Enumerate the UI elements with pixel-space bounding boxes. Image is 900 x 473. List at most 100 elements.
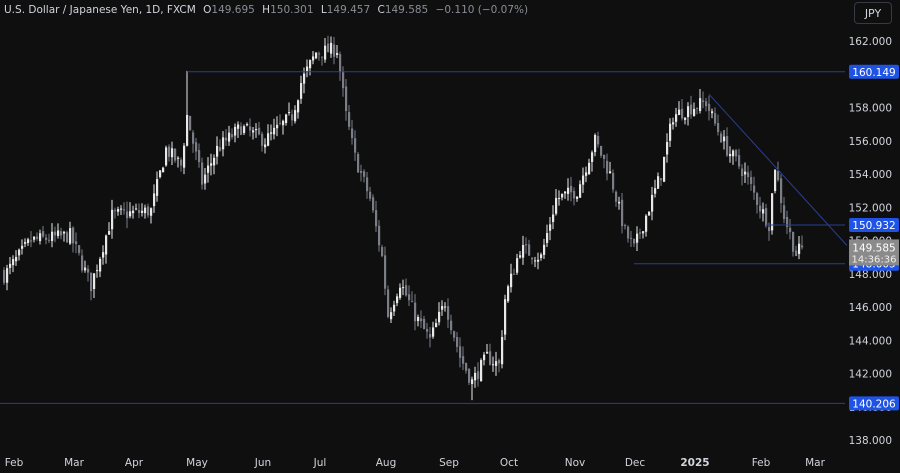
level-price-label: 140.206 <box>852 398 896 410</box>
candle-body <box>747 172 750 178</box>
candle-body <box>111 209 114 230</box>
candle-body <box>138 210 141 213</box>
candle-body <box>492 364 495 366</box>
candle-body <box>531 257 534 260</box>
price-tick-label: 158.000 <box>849 103 892 115</box>
candle-body <box>339 54 342 73</box>
candle-body <box>186 114 189 146</box>
candle-body <box>558 198 561 200</box>
candle-body <box>108 231 111 235</box>
candle-body <box>102 252 105 258</box>
candle-body <box>93 273 96 289</box>
price-tick-label: 162.000 <box>849 36 892 48</box>
candle-body <box>99 258 102 272</box>
candle-body <box>12 259 15 266</box>
candle-body <box>768 227 771 232</box>
candle-body <box>30 240 33 242</box>
candlestick-chart[interactable]: 162.000160.000158.000156.000154.000152.0… <box>0 0 900 473</box>
candle-body <box>564 191 567 194</box>
candle-body <box>489 351 492 365</box>
candle-body <box>453 331 456 338</box>
high-label: H <box>262 4 271 16</box>
candle-body <box>234 126 237 136</box>
candle-body <box>741 168 744 177</box>
candle-body <box>123 209 126 211</box>
candle-body <box>633 238 636 244</box>
candle-body <box>315 52 318 59</box>
candle-body <box>486 351 489 354</box>
time-tick-label: 2025 <box>680 457 709 469</box>
candle-body <box>456 336 459 347</box>
candle-body <box>750 177 753 184</box>
candle-body <box>447 306 450 320</box>
candle-body <box>510 273 513 288</box>
candle-body <box>711 111 714 114</box>
currency-button[interactable]: JPY <box>854 2 892 24</box>
candle-body <box>774 170 777 192</box>
candle-body <box>450 320 453 331</box>
candle-body <box>474 372 477 381</box>
time-tick-label: Apr <box>125 457 144 469</box>
candle-body <box>276 124 279 129</box>
candle-body <box>732 150 735 157</box>
high-value: 150.301 <box>270 4 314 16</box>
candle-body <box>735 150 738 157</box>
time-tick-label: Mar <box>64 457 84 469</box>
candle-body <box>345 86 348 112</box>
candle-body <box>705 101 708 107</box>
candle-body <box>660 178 663 181</box>
time-tick-label: Aug <box>376 457 397 469</box>
candle-body <box>18 249 21 256</box>
candle-body <box>192 132 195 144</box>
candle-body <box>303 73 306 84</box>
candle-body <box>78 245 81 253</box>
candle-body <box>555 197 558 214</box>
candle-body <box>726 136 729 156</box>
close-value: 149.585 <box>384 4 429 16</box>
candle-body <box>729 153 732 157</box>
candle-body <box>369 191 372 199</box>
candle-body <box>522 245 525 258</box>
candle-body <box>780 178 783 203</box>
candle-body <box>603 154 606 159</box>
candle-body <box>540 254 543 258</box>
candle-body <box>519 255 522 258</box>
candle-body <box>552 214 555 223</box>
candle-body <box>795 250 798 257</box>
candle-body <box>591 152 594 163</box>
candle-body <box>261 133 264 146</box>
candle-body <box>291 114 294 121</box>
candle-body <box>609 171 612 174</box>
candle-body <box>273 127 276 135</box>
candle-body <box>9 263 12 268</box>
candle-body <box>786 216 789 228</box>
candle-body <box>39 233 42 242</box>
candle-body <box>597 136 600 145</box>
candle-body <box>249 126 252 131</box>
candle-body <box>393 304 396 312</box>
candle-body <box>756 193 759 205</box>
candle-body <box>141 210 144 213</box>
candle-body <box>177 157 180 159</box>
candle-body <box>159 170 162 178</box>
candle-body <box>360 170 363 173</box>
candle-body <box>204 174 207 184</box>
time-tick-label: Jul <box>313 457 327 469</box>
candle-body <box>153 193 156 207</box>
time-tick-label: Nov <box>565 457 586 469</box>
candle-body <box>207 165 210 173</box>
candle-body <box>801 245 804 248</box>
candle-body <box>714 113 717 124</box>
candle-body <box>762 209 765 214</box>
candle-body <box>129 211 132 217</box>
candle-body <box>330 42 333 54</box>
candle-body <box>198 150 201 163</box>
candle-body <box>696 108 699 110</box>
candle-body <box>72 227 75 244</box>
candle-body <box>627 226 630 239</box>
candle-body <box>402 287 405 289</box>
candle-body <box>582 175 585 185</box>
candle-body <box>96 270 99 272</box>
candle-body <box>684 117 687 120</box>
low-value: 149.457 <box>326 4 371 16</box>
